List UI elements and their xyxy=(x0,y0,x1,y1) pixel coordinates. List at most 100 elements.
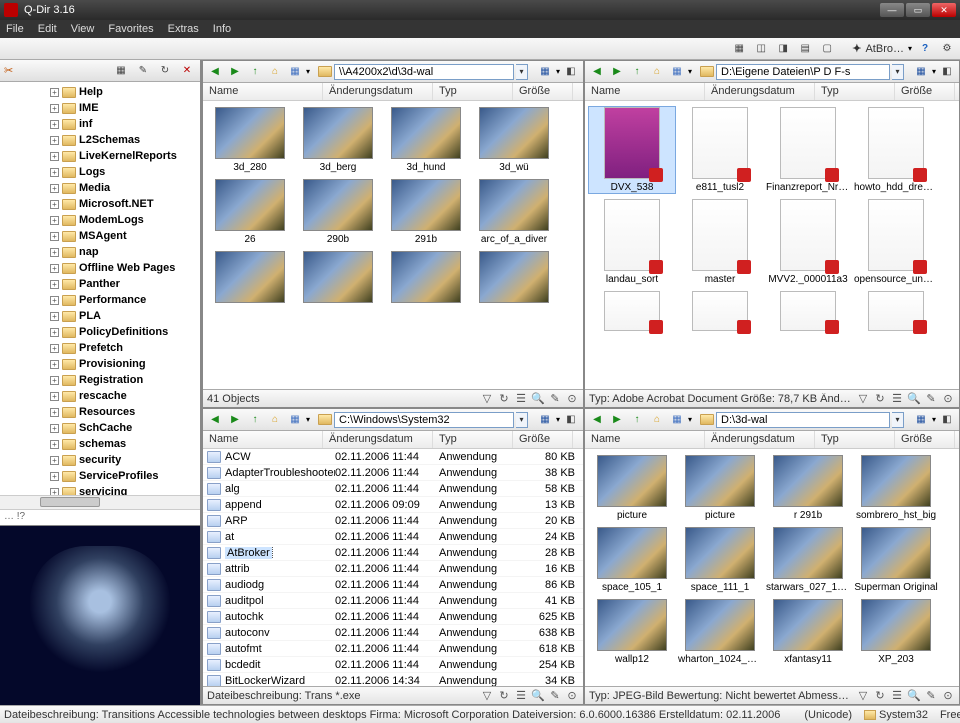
expand-icon[interactable]: + xyxy=(50,440,59,449)
list-row[interactable]: alg02.11.2006 11:44Anwendung58 KB xyxy=(203,481,583,497)
menu-info[interactable]: Info xyxy=(213,23,231,35)
address-dropdown[interactable]: ▾ xyxy=(892,412,904,428)
menu-extras[interactable]: Extras xyxy=(168,23,199,35)
pane-tools-icon[interactable]: ◧ xyxy=(562,412,580,428)
tree-node[interactable]: +security xyxy=(0,452,200,468)
expand-icon[interactable]: + xyxy=(50,216,59,225)
pane-layout-icon[interactable]: ▦ xyxy=(536,412,554,428)
tree-node[interactable]: +PLA xyxy=(0,308,200,324)
tree-close-icon[interactable]: ✕ xyxy=(178,63,196,79)
search-icon[interactable]: 🔍 xyxy=(907,392,921,406)
back-icon[interactable]: ◀ xyxy=(588,64,606,80)
expand-icon[interactable]: + xyxy=(50,232,59,241)
sort-icon[interactable]: ☰ xyxy=(890,392,904,406)
thumbnail-item[interactable]: 3d_berg xyxy=(295,107,381,173)
tree-node[interactable]: +Prefetch xyxy=(0,340,200,356)
sort-icon[interactable]: ☰ xyxy=(890,689,904,703)
thumbnail-item[interactable]: DVX_538 xyxy=(589,107,675,193)
tree-node[interactable]: +schemas xyxy=(0,436,200,452)
list-row[interactable]: ACW02.11.2006 11:44Anwendung80 KB xyxy=(203,449,583,465)
tree-node[interactable]: +Provisioning xyxy=(0,356,200,372)
thumbnail-item[interactable]: 3d_wü xyxy=(471,107,557,173)
pin-icon[interactable]: ⊙ xyxy=(941,392,955,406)
expand-icon[interactable]: + xyxy=(50,312,59,321)
layout-single-icon[interactable]: ▢ xyxy=(818,41,836,57)
edit-icon[interactable]: ✎ xyxy=(924,392,938,406)
thumbnail-item[interactable]: Finanzreport_Nr[1… xyxy=(765,107,851,193)
menu-edit[interactable]: Edit xyxy=(38,23,57,35)
expand-icon[interactable]: + xyxy=(50,344,59,353)
pane-tools-icon[interactable]: ◧ xyxy=(562,64,580,80)
pane-layout-icon[interactable]: ▦ xyxy=(912,412,930,428)
tree-node[interactable]: +IME xyxy=(0,100,200,116)
tree-node[interactable]: +Registration xyxy=(0,372,200,388)
thumbnail-item[interactable]: XP_203 xyxy=(853,599,939,665)
refresh-icon[interactable]: ↻ xyxy=(873,689,887,703)
thumbnail-item[interactable]: wharton_1024_768… xyxy=(677,599,763,665)
search-icon[interactable]: 🔍 xyxy=(531,689,545,703)
menu-file[interactable]: File xyxy=(6,23,24,35)
list-row[interactable]: autochk02.11.2006 11:44Anwendung625 KB xyxy=(203,609,583,625)
expand-icon[interactable]: + xyxy=(50,488,59,496)
forward-icon[interactable]: ▶ xyxy=(608,64,626,80)
list-row[interactable]: bcdedit02.11.2006 11:44Anwendung254 KB xyxy=(203,657,583,673)
maximize-button[interactable]: ▭ xyxy=(906,3,930,17)
tree-node[interactable]: +nap xyxy=(0,244,200,260)
views-icon[interactable]: ▦ xyxy=(668,64,686,80)
thumbnail-item[interactable] xyxy=(207,251,293,306)
pin-icon[interactable]: ⊙ xyxy=(565,392,579,406)
thumbnail-item[interactable] xyxy=(589,291,675,334)
pane-layout-icon[interactable]: ▦ xyxy=(536,64,554,80)
search-icon[interactable]: 🔍 xyxy=(907,689,921,703)
expand-icon[interactable]: + xyxy=(50,296,59,305)
expand-icon[interactable]: + xyxy=(50,88,59,97)
thumbnail-item[interactable] xyxy=(471,251,557,306)
address-dropdown[interactable]: ▾ xyxy=(892,64,904,80)
edit-icon[interactable]: ✎ xyxy=(548,689,562,703)
tree-node[interactable]: +Performance xyxy=(0,292,200,308)
tree-node[interactable]: +L2Schemas xyxy=(0,132,200,148)
tree-node[interactable]: +MSAgent xyxy=(0,228,200,244)
refresh-icon[interactable]: ↻ xyxy=(497,392,511,406)
tree-grid-icon[interactable]: ▦ xyxy=(112,63,130,79)
folders-icon[interactable]: ⌂ xyxy=(266,64,284,80)
folder-tree[interactable]: +Help+IME+inf+L2Schemas+LiveKernelReport… xyxy=(0,82,200,495)
expand-icon[interactable]: + xyxy=(50,472,59,481)
thumbnail-item[interactable]: e811_tusl2 xyxy=(677,107,763,193)
thumbnail-item[interactable]: space_111_1 xyxy=(677,527,763,593)
thumbnail-item[interactable]: xfantasy11 xyxy=(765,599,851,665)
filter-icon[interactable]: ▽ xyxy=(480,689,494,703)
thumbnail-item[interactable]: 291b xyxy=(383,179,469,245)
expand-icon[interactable]: + xyxy=(50,280,59,289)
sort-icon[interactable]: ☰ xyxy=(514,689,528,703)
forward-icon[interactable]: ▶ xyxy=(226,412,244,428)
pin-icon[interactable]: ⊙ xyxy=(941,689,955,703)
search-icon[interactable]: 🔍 xyxy=(531,392,545,406)
filter-icon[interactable]: ▽ xyxy=(856,689,870,703)
expand-icon[interactable]: + xyxy=(50,136,59,145)
pane-tools-icon[interactable]: ◧ xyxy=(938,64,956,80)
menu-favorites[interactable]: Favorites xyxy=(108,23,153,35)
expand-icon[interactable]: + xyxy=(50,200,59,209)
cut-icon[interactable]: ✂ xyxy=(4,64,13,77)
tree-node[interactable]: +rescache xyxy=(0,388,200,404)
thumbnail-item[interactable]: starwars_027_1024 xyxy=(765,527,851,593)
tree-node[interactable]: +LiveKernelReports xyxy=(0,148,200,164)
thumbnail-item[interactable]: 3d_hund xyxy=(383,107,469,173)
expand-icon[interactable]: + xyxy=(50,104,59,113)
refresh-icon[interactable]: ↻ xyxy=(873,392,887,406)
thumbnail-item[interactable] xyxy=(295,251,381,306)
list-row[interactable]: auditpol02.11.2006 11:44Anwendung41 KB xyxy=(203,593,583,609)
layout-grid-icon[interactable]: ▦ xyxy=(730,41,748,57)
address-dropdown[interactable]: ▾ xyxy=(516,64,528,80)
forward-icon[interactable]: ▶ xyxy=(608,412,626,428)
address-bar[interactable]: D:\Eigene Dateien\P D F-s xyxy=(716,64,890,80)
thumbnail-item[interactable]: master xyxy=(677,199,763,285)
layout-quad-icon[interactable]: ▤ xyxy=(796,41,814,57)
close-button[interactable]: ✕ xyxy=(932,3,956,17)
tree-node[interactable]: +Logs xyxy=(0,164,200,180)
pane-tools-icon[interactable]: ◧ xyxy=(938,412,956,428)
tree-node[interactable]: +inf xyxy=(0,116,200,132)
up-icon[interactable]: ↑ xyxy=(628,64,646,80)
expand-icon[interactable]: + xyxy=(50,264,59,273)
